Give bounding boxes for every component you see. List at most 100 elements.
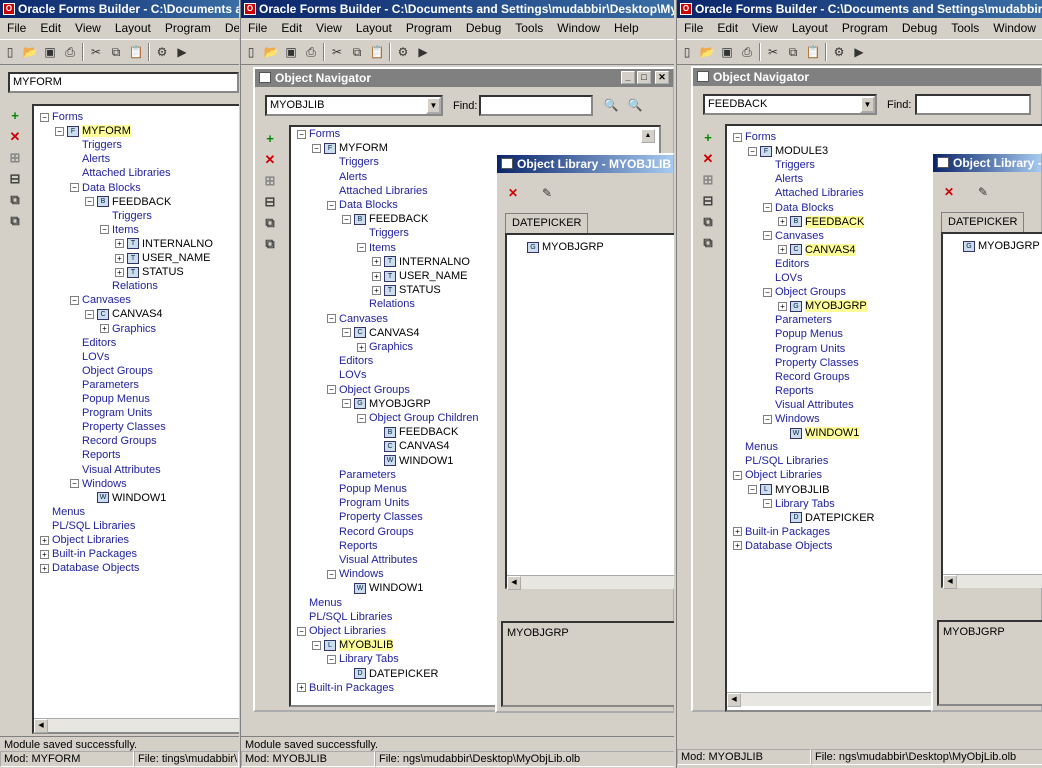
- expand-toggle-icon[interactable]: +: [372, 285, 381, 295]
- tree-node[interactable]: Editors: [70, 336, 116, 350]
- expand-all-icon[interactable]: ⧉: [6, 191, 24, 209]
- expand-toggle-icon[interactable]: +: [778, 245, 787, 255]
- delete-icon[interactable]: ✕: [6, 128, 24, 146]
- menu-item-file[interactable]: File: [677, 21, 710, 35]
- collapse-toggle-icon[interactable]: −: [297, 626, 306, 636]
- collapse-toggle-icon[interactable]: −: [763, 287, 772, 297]
- tree-node[interactable]: + Built-in Packages: [733, 525, 830, 539]
- tree-node[interactable]: − Windows: [763, 412, 820, 426]
- expand-toggle-icon[interactable]: +: [40, 549, 49, 559]
- scroll-left-button[interactable]: ◀: [727, 693, 741, 707]
- close-button[interactable]: ✕: [655, 71, 669, 84]
- tree-node[interactable]: Triggers: [763, 158, 815, 172]
- collapse-toggle-icon[interactable]: −: [342, 399, 351, 409]
- tree-node[interactable]: Record Groups: [327, 525, 414, 539]
- create-icon[interactable]: +: [699, 129, 717, 147]
- tree-node[interactable]: Triggers: [100, 209, 152, 223]
- delete-icon[interactable]: ✕: [941, 184, 957, 200]
- menu-item-edit[interactable]: Edit: [710, 21, 745, 35]
- tree-node[interactable]: D DATEPICKER: [778, 511, 874, 525]
- find-input[interactable]: [479, 95, 593, 116]
- tree-node[interactable]: + T INTERNALNO: [372, 255, 470, 269]
- tree-node[interactable]: Triggers: [70, 138, 122, 152]
- tree-node[interactable]: PL/SQL Libraries: [297, 610, 392, 624]
- tree-node[interactable]: Alerts: [70, 152, 110, 166]
- compile-icon[interactable]: ⚙: [831, 44, 847, 60]
- tree-node[interactable]: Menus: [733, 440, 778, 454]
- tree-node[interactable]: + T STATUS: [115, 265, 184, 279]
- tree-node[interactable]: − B FEEDBACK: [85, 195, 171, 209]
- library-item[interactable]: G MYOBJGRP: [527, 240, 604, 254]
- object-library-title-bar[interactable]: Object Library - MYOBJLIB: [497, 155, 673, 173]
- search-backward-icon[interactable]: 🔍: [627, 97, 643, 113]
- collapse-toggle-icon[interactable]: −: [312, 143, 321, 153]
- tree-node[interactable]: − F MODULE3: [748, 144, 828, 158]
- collapse-toggle-icon[interactable]: −: [327, 200, 336, 210]
- collapse-all-icon[interactable]: ⧉: [699, 234, 717, 252]
- tree-node[interactable]: Attached Libraries: [70, 166, 171, 180]
- expand-toggle-icon[interactable]: +: [297, 683, 306, 693]
- scroll-up-button[interactable]: ▲: [641, 129, 655, 143]
- tree-node[interactable]: − Object Groups: [327, 383, 410, 397]
- collapse-toggle-icon[interactable]: −: [327, 569, 336, 579]
- tree-node[interactable]: + C CANVAS4: [778, 243, 856, 257]
- collapse-toggle-icon[interactable]: −: [40, 112, 49, 122]
- tree-node[interactable]: Visual Attributes: [763, 398, 854, 412]
- expand-toggle-icon[interactable]: +: [733, 527, 742, 537]
- collapse-toggle-icon[interactable]: −: [763, 414, 772, 424]
- tree-node[interactable]: + Database Objects: [733, 539, 832, 553]
- collapse-icon[interactable]: ⊟: [699, 192, 717, 210]
- collapse-toggle-icon[interactable]: −: [327, 654, 336, 664]
- minimize-button[interactable]: _: [621, 71, 635, 84]
- cut-icon[interactable]: ✂: [765, 44, 781, 60]
- tree-node[interactable]: Parameters: [70, 378, 139, 392]
- tab-datepicker[interactable]: DATEPICKER: [505, 213, 589, 233]
- run-icon[interactable]: ▶: [174, 44, 190, 60]
- print-icon[interactable]: ⎙: [739, 44, 755, 60]
- new-icon[interactable]: ▯: [243, 44, 259, 60]
- object-library-title-bar[interactable]: Object Library - MYOBJLIB: [933, 154, 1041, 172]
- menu-item-program[interactable]: Program: [399, 21, 459, 35]
- delete-icon[interactable]: ✕: [261, 151, 279, 169]
- collapse-toggle-icon[interactable]: −: [748, 146, 757, 156]
- tree-node[interactable]: − Windows: [327, 567, 384, 581]
- tree-node[interactable]: − Data Blocks: [327, 198, 398, 212]
- expand-toggle-icon[interactable]: +: [357, 342, 366, 352]
- tree-node[interactable]: PL/SQL Libraries: [40, 519, 135, 533]
- tree-node[interactable]: − L MYOBJLIB: [312, 638, 394, 652]
- horizontal-scrollbar[interactable]: ◀: [34, 718, 239, 733]
- title-bar[interactable]: O Oracle Forms Builder - C:\Documents an…: [677, 0, 1042, 18]
- tree-node[interactable]: − Windows: [70, 477, 127, 491]
- tree-node[interactable]: W WINDOW1: [85, 491, 166, 505]
- tree-node[interactable]: − F MYFORM: [55, 124, 131, 138]
- tree-node[interactable]: + Graphics: [357, 340, 413, 354]
- tree-node[interactable]: Visual Attributes: [70, 463, 161, 477]
- tree-node[interactable]: W WINDOW1: [342, 581, 423, 595]
- collapse-toggle-icon[interactable]: −: [85, 197, 94, 207]
- expand-toggle-icon[interactable]: +: [733, 541, 742, 551]
- tree-node[interactable]: − Library Tabs: [763, 497, 835, 511]
- collapse-toggle-icon[interactable]: −: [70, 183, 79, 193]
- save-icon[interactable]: ▣: [42, 44, 58, 60]
- expand-toggle-icon[interactable]: +: [40, 563, 49, 573]
- tree-node[interactable]: Alerts: [327, 170, 367, 184]
- title-bar[interactable]: O Oracle Forms Builder - C:\Documents an…: [0, 0, 239, 18]
- tree-node[interactable]: LOVs: [763, 271, 803, 285]
- tree-node[interactable]: − L MYOBJLIB: [748, 483, 829, 497]
- library-objects-pane[interactable]: G MYOBJGRP: [505, 233, 674, 589]
- tree-node[interactable]: − G MYOBJGRP: [342, 397, 431, 411]
- expand-toggle-icon[interactable]: +: [372, 257, 381, 267]
- maximize-button[interactable]: □: [637, 71, 651, 84]
- module-combo[interactable]: MYOBJLIB ▼: [265, 95, 443, 116]
- tree-node[interactable]: Alerts: [763, 172, 803, 186]
- search-forward-icon[interactable]: 🔍: [603, 97, 619, 113]
- collapse-toggle-icon[interactable]: −: [733, 132, 742, 142]
- collapse-toggle-icon[interactable]: −: [297, 129, 306, 139]
- tab-datepicker[interactable]: DATEPICKER: [941, 212, 1025, 232]
- menu-item-file[interactable]: File: [0, 21, 33, 35]
- tree-node[interactable]: Record Groups: [763, 370, 850, 384]
- menu-item-edit[interactable]: Edit: [33, 21, 68, 35]
- expand-toggle-icon[interactable]: +: [372, 271, 381, 281]
- delete-icon[interactable]: ✕: [505, 185, 521, 201]
- object-navigator-title-bar[interactable]: Object Navigator _ □ ✕: [255, 69, 673, 87]
